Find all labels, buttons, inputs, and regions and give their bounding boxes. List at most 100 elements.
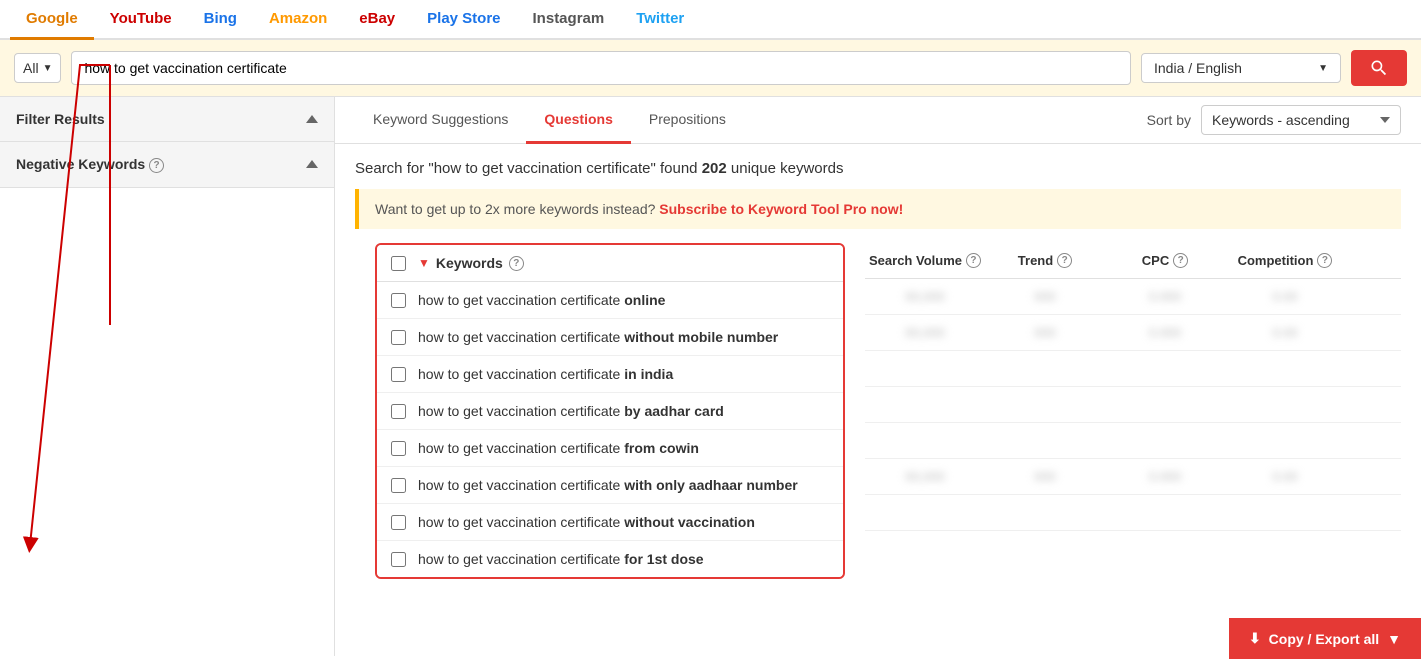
comp-cell-8 xyxy=(1225,541,1345,556)
tab-amazon[interactable]: Amazon xyxy=(253,0,343,40)
row-checkbox-4[interactable] xyxy=(391,404,406,419)
tab-youtube[interactable]: YouTube xyxy=(94,0,188,40)
sv-cell-1: 00,000 xyxy=(865,289,985,304)
trend-cell-7 xyxy=(985,505,1105,520)
table-row: how to get vaccination certificate witho… xyxy=(377,319,843,356)
sort-value: Keywords - ascending xyxy=(1212,112,1350,128)
cpc-cell-5 xyxy=(1105,433,1225,448)
search-type-dropdown[interactable]: All ▼ xyxy=(14,53,61,83)
keyword-text-1: how to get vaccination certificate onlin… xyxy=(418,292,665,308)
promo-banner: Want to get up to 2x more keywords inste… xyxy=(355,189,1401,229)
copy-export-button[interactable]: ⬇ Copy / Export all ▼ xyxy=(1229,618,1421,659)
row-checkbox-2[interactable] xyxy=(391,330,406,345)
row-checkbox-1[interactable] xyxy=(391,293,406,308)
row-checkbox-8[interactable] xyxy=(391,552,406,567)
sidebar: Filter Results Negative Keywords ? xyxy=(0,97,335,656)
negative-keywords-help-icon[interactable]: ? xyxy=(149,158,164,173)
sv-cell-7 xyxy=(865,505,985,520)
comp-cell-1: 0.00 xyxy=(1225,289,1345,304)
sv-cell-5 xyxy=(865,433,985,448)
cpc-cell-4 xyxy=(1105,397,1225,412)
tab-playstore[interactable]: Play Store xyxy=(411,0,516,40)
comp-help-icon[interactable]: ? xyxy=(1317,253,1332,268)
data-row: 00,000 000 0.000 0.00 xyxy=(865,279,1401,315)
cpc-help-icon[interactable]: ? xyxy=(1173,253,1188,268)
cpc-header: CPC ? xyxy=(1105,253,1225,268)
copy-export-label: Copy / Export all xyxy=(1269,631,1379,647)
tab-prepositions[interactable]: Prepositions xyxy=(631,97,744,144)
select-all-checkbox[interactable] xyxy=(391,256,406,271)
keyword-text-5: how to get vaccination certificate from … xyxy=(418,440,699,456)
location-dropdown[interactable]: India / English ▼ xyxy=(1141,53,1341,83)
keywords-help-icon[interactable]: ? xyxy=(509,256,524,271)
negative-keywords-header[interactable]: Negative Keywords ? xyxy=(0,142,334,187)
cpc-cell-8 xyxy=(1105,541,1225,556)
filter-results-title: Filter Results xyxy=(16,111,105,127)
data-row: 00,000 000 0.000 0.00 xyxy=(865,459,1401,495)
trend-cell-2: 000 xyxy=(985,325,1105,340)
tab-instagram[interactable]: Instagram xyxy=(517,0,621,40)
copy-export-dropdown-icon: ▼ xyxy=(1387,631,1401,647)
comp-cell-2: 0.00 xyxy=(1225,325,1345,340)
sort-chevron-icon xyxy=(1380,117,1390,123)
data-row xyxy=(865,387,1401,423)
cpc-cell-7 xyxy=(1105,505,1225,520)
content-area: Keyword Suggestions Questions Prepositio… xyxy=(335,97,1421,656)
search-type-label: All xyxy=(23,60,39,76)
download-icon: ⬇ xyxy=(1249,630,1261,647)
trend-cell-4 xyxy=(985,397,1105,412)
keyword-text-4: how to get vaccination certificate by aa… xyxy=(418,403,724,419)
table-row: how to get vaccination certificate witho… xyxy=(377,504,843,541)
content-tabs: Keyword Suggestions Questions Prepositio… xyxy=(335,97,1421,144)
comp-cell-7 xyxy=(1225,505,1345,520)
search-input[interactable] xyxy=(71,51,1131,85)
tab-bing[interactable]: Bing xyxy=(188,0,253,40)
tab-ebay[interactable]: eBay xyxy=(343,0,411,40)
trend-cell-6: 000 xyxy=(985,469,1105,484)
tab-twitter[interactable]: Twitter xyxy=(620,0,700,40)
cpc-cell-3 xyxy=(1105,361,1225,376)
trend-help-icon[interactable]: ? xyxy=(1057,253,1072,268)
row-checkbox-5[interactable] xyxy=(391,441,406,456)
data-columns: Search Volume ? Trend ? CPC ? xyxy=(845,243,1401,566)
row-checkbox-3[interactable] xyxy=(391,367,406,382)
trend-cell-8 xyxy=(985,541,1105,556)
competition-header: Competition ? xyxy=(1225,253,1345,268)
table-header: ▼ Keywords ? xyxy=(377,245,843,282)
row-checkbox-6[interactable] xyxy=(391,478,406,493)
filter-results-header[interactable]: Filter Results xyxy=(0,97,334,141)
data-row xyxy=(865,495,1401,531)
promo-link[interactable]: Subscribe to Keyword Tool Pro now! xyxy=(659,201,903,217)
trend-cell-3 xyxy=(985,361,1105,376)
tab-keyword-suggestions[interactable]: Keyword Suggestions xyxy=(355,97,526,144)
cpc-cell-2: 0.000 xyxy=(1105,325,1225,340)
row-checkbox-7[interactable] xyxy=(391,515,406,530)
main-layout: Filter Results Negative Keywords ? xyxy=(0,97,1421,656)
sv-help-icon[interactable]: ? xyxy=(966,253,981,268)
comp-cell-3 xyxy=(1225,361,1345,376)
sort-dropdown[interactable]: Keywords - ascending xyxy=(1201,105,1401,135)
search-bar-area: All ▼ India / English ▼ xyxy=(0,40,1421,97)
trend-cell-1: 000 xyxy=(985,289,1105,304)
keyword-text-7: how to get vaccination certificate witho… xyxy=(418,514,755,530)
trend-header: Trend ? xyxy=(985,253,1105,268)
chevron-down-icon: ▼ xyxy=(43,63,53,74)
table-row: how to get vaccination certificate in in… xyxy=(377,356,843,393)
sv-cell-8 xyxy=(865,541,985,556)
sv-cell-4 xyxy=(865,397,985,412)
data-row xyxy=(865,423,1401,459)
tab-google[interactable]: Google xyxy=(10,0,94,40)
location-label: India / English xyxy=(1154,60,1242,76)
sv-cell-2: 00,000 xyxy=(865,325,985,340)
keyword-text-8: how to get vaccination certificate for 1… xyxy=(418,551,704,567)
search-button[interactable] xyxy=(1351,50,1407,86)
comp-cell-5 xyxy=(1225,433,1345,448)
keyword-text-3: how to get vaccination certificate in in… xyxy=(418,366,673,382)
data-row: 00,000 000 0.000 0.00 xyxy=(865,315,1401,351)
negative-chevron-icon xyxy=(306,160,318,168)
sort-label: Sort by xyxy=(1147,112,1191,128)
cpc-cell-6: 0.000 xyxy=(1105,469,1225,484)
chevron-down-icon: ▼ xyxy=(1318,63,1328,74)
table-row: how to get vaccination certificate by aa… xyxy=(377,393,843,430)
tab-questions[interactable]: Questions xyxy=(526,97,630,144)
